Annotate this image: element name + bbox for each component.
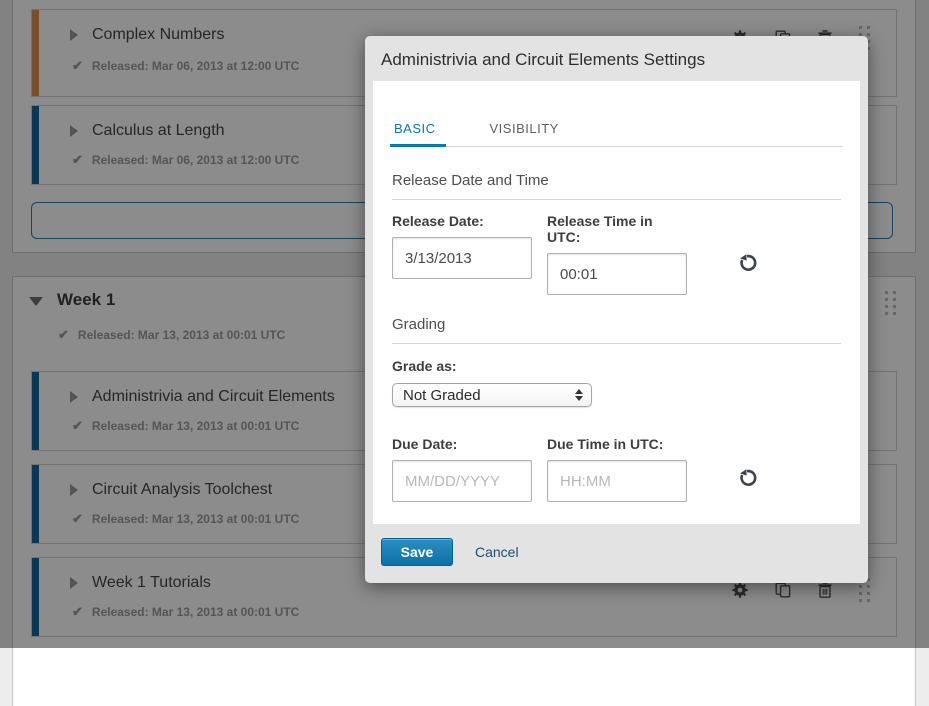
due-time-label: Due Time in UTC: <box>547 436 687 452</box>
release-date-input[interactable] <box>392 237 532 279</box>
release-date-label: Release Date: <box>392 213 532 229</box>
save-button[interactable]: Save <box>381 538 453 566</box>
release-section-heading: Release Date and Time <box>392 172 841 200</box>
reset-due-icon[interactable] <box>737 468 757 488</box>
modal-footer: Save Cancel <box>365 524 868 580</box>
tab-visibility[interactable]: VISIBILITY <box>486 121 563 146</box>
due-time-input[interactable] <box>547 460 687 502</box>
tab-basic[interactable]: BASIC <box>390 121 446 147</box>
select-arrows-icon <box>575 389 583 401</box>
grading-section-heading: Grading <box>392 316 841 344</box>
grade-select[interactable]: Not Graded <box>392 383 592 407</box>
cancel-link[interactable]: Cancel <box>475 544 519 560</box>
due-date-label: Due Date: <box>392 436 532 452</box>
modal-title: Administrivia and Circuit Elements Setti… <box>365 36 868 81</box>
due-date-input[interactable] <box>392 460 532 502</box>
grade-select-value: Not Graded <box>403 387 575 404</box>
reset-release-icon[interactable] <box>737 253 757 273</box>
release-time-input[interactable] <box>547 253 687 295</box>
grade-as-label: Grade as: <box>392 358 841 374</box>
subsection-settings-modal: Administrivia and Circuit Elements Setti… <box>365 36 868 583</box>
modal-tabs: BASIC VISIBILITY <box>390 81 843 147</box>
modal-body: BASIC VISIBILITY Release Date and Time R… <box>373 81 860 524</box>
release-time-label: Release Time in UTC: <box>547 213 687 245</box>
